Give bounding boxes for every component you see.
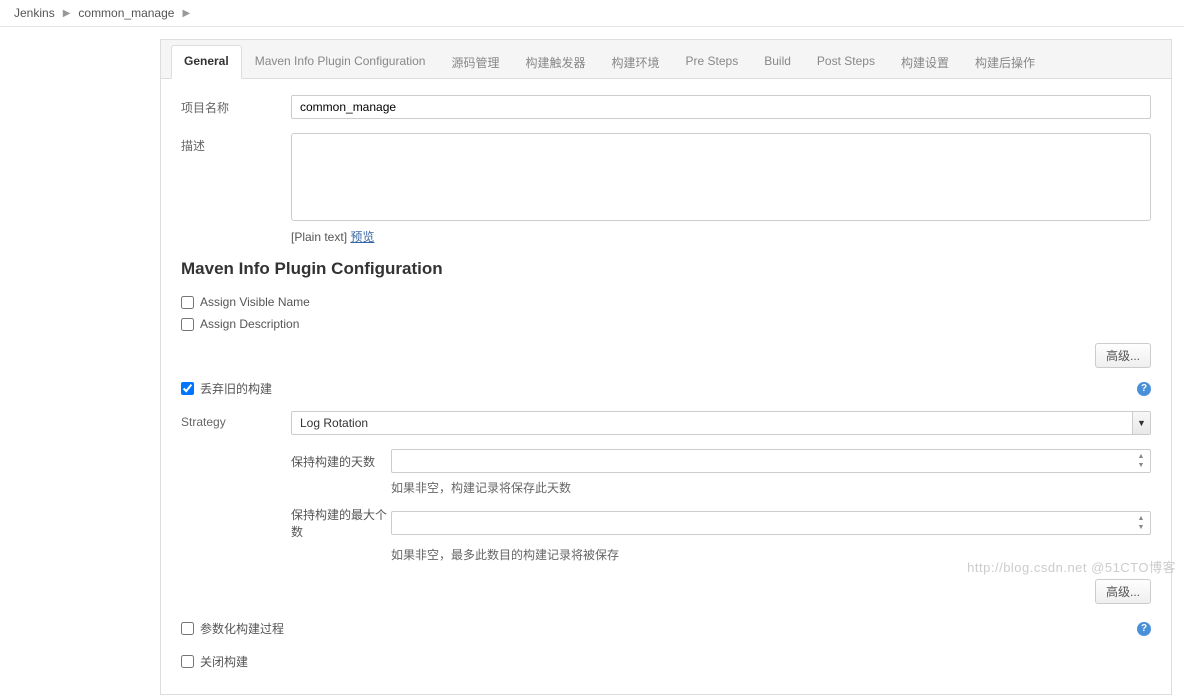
tab-maven-info[interactable]: Maven Info Plugin Configuration [242, 45, 439, 79]
tab-build[interactable]: Build [751, 45, 804, 79]
tab-build-settings[interactable]: 构建设置 [888, 45, 962, 79]
strategy-value: Log Rotation [292, 416, 1132, 430]
spinner-icon[interactable]: ▲▼ [1134, 452, 1148, 470]
assign-visible-name-label: Assign Visible Name [200, 295, 310, 309]
discard-old-label: 丢弃旧的构建 [200, 380, 272, 397]
spinner-icon[interactable]: ▲▼ [1134, 514, 1148, 532]
project-name-input[interactable] [291, 95, 1151, 119]
help-icon[interactable]: ? [1137, 382, 1151, 396]
description-hint: [Plain text] 预览 [291, 228, 1151, 245]
tab-build-env[interactable]: 构建环境 [599, 45, 673, 79]
tab-bar: General Maven Info Plugin Configuration … [161, 40, 1171, 79]
tab-triggers[interactable]: 构建触发器 [513, 45, 599, 79]
advanced-row-2: 高级... [181, 563, 1151, 612]
strategy-select[interactable]: Log Rotation ▼ [291, 411, 1151, 435]
tab-post-build[interactable]: 构建后操作 [962, 45, 1048, 79]
discard-old-checkbox[interactable] [181, 382, 194, 395]
chevron-right-icon: ▶ [182, 8, 190, 19]
help-icon[interactable]: ? [1137, 622, 1151, 636]
strategy-row: Strategy Log Rotation ▼ [181, 411, 1151, 435]
keep-days-help: 如果非空，构建记录将保存此天数 [391, 479, 1151, 496]
description-label: 描述 [181, 133, 291, 154]
tab-general[interactable]: General [171, 45, 242, 79]
param-build-label: 参数化构建过程 [200, 620, 284, 637]
close-build-row: 关闭构建 [181, 645, 1151, 678]
close-build-checkbox[interactable] [181, 655, 194, 668]
preview-link[interactable]: 预览 [350, 230, 374, 244]
tab-content: 项目名称 描述 [Plain text] 预览 Maven Info Plugi… [161, 79, 1171, 694]
chevron-right-icon: ▶ [63, 8, 71, 19]
keep-max-row: 保持构建的最大个数 ▲▼ [291, 506, 1151, 540]
project-name-label: 项目名称 [181, 95, 291, 116]
keep-max-input[interactable] [391, 511, 1151, 535]
breadcrumb: Jenkins ▶ common_manage ▶ [0, 0, 1184, 27]
advanced-row-1: 高级... [181, 335, 1151, 372]
keep-max-label: 保持构建的最大个数 [291, 506, 391, 540]
tab-scm[interactable]: 源码管理 [438, 45, 512, 79]
project-name-row: 项目名称 [181, 95, 1151, 119]
strategy-label: Strategy [181, 411, 291, 429]
keep-days-row: 保持构建的天数 ▲▼ [291, 449, 1151, 473]
assign-description-label: Assign Description [200, 317, 299, 331]
param-build-checkbox[interactable] [181, 622, 194, 635]
chevron-down-icon[interactable]: ▼ [1132, 412, 1150, 434]
tab-post-steps[interactable]: Post Steps [804, 45, 888, 79]
maven-info-title: Maven Info Plugin Configuration [181, 259, 1151, 279]
breadcrumb-jenkins[interactable]: Jenkins [14, 6, 55, 20]
tab-pre-steps[interactable]: Pre Steps [673, 45, 752, 79]
breadcrumb-common-manage[interactable]: common_manage [78, 6, 174, 20]
config-panel: General Maven Info Plugin Configuration … [160, 39, 1172, 695]
assign-visible-name-checkbox[interactable] [181, 296, 194, 309]
close-build-label: 关闭构建 [200, 653, 248, 670]
discard-old-row: 丢弃旧的构建 ? [181, 372, 1151, 405]
keep-max-help: 如果非空，最多此数目的构建记录将被保存 [391, 546, 1151, 563]
description-row: 描述 [Plain text] 预览 [181, 133, 1151, 245]
assign-description-row: Assign Description [181, 313, 1151, 335]
param-build-row: 参数化构建过程 ? [181, 612, 1151, 645]
assign-visible-name-row: Assign Visible Name [181, 291, 1151, 313]
assign-description-checkbox[interactable] [181, 318, 194, 331]
plain-text-label: [Plain text] [291, 230, 347, 244]
keep-days-label: 保持构建的天数 [291, 453, 391, 470]
advanced-button[interactable]: 高级... [1095, 343, 1151, 368]
description-textarea[interactable] [291, 133, 1151, 221]
keep-days-input[interactable] [391, 449, 1151, 473]
advanced-button[interactable]: 高级... [1095, 579, 1151, 604]
